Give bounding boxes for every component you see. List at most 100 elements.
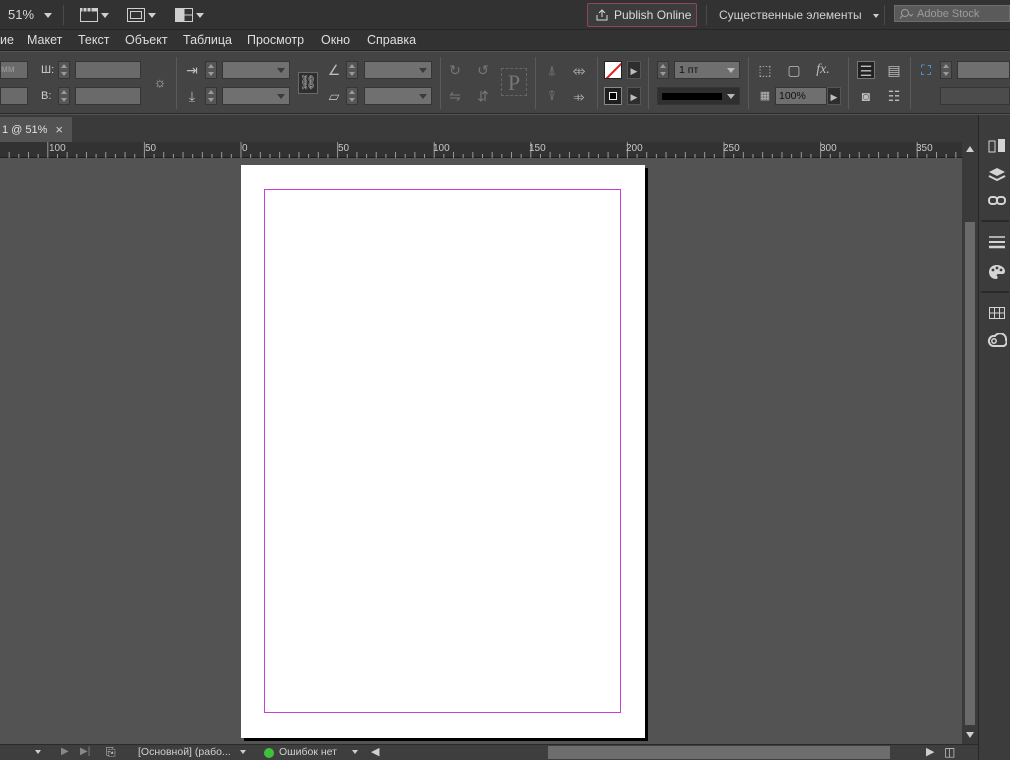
scale-x-dropdown[interactable] [222,61,290,79]
divider [440,57,441,109]
stroke-weight-stepper[interactable] [657,61,669,79]
layers-panel-icon[interactable] [987,166,1007,186]
color-palette-icon [989,265,1005,279]
width-field[interactable] [75,61,141,79]
stroke-panel-icon[interactable] [987,235,1007,255]
drop-shadow-frame-icon[interactable]: ⬚ [756,61,774,79]
width-label: Ш: [41,64,55,76]
scroll-right-icon[interactable]: ▶ [926,745,934,758]
menu-item-help[interactable]: Справка [367,33,416,47]
constrain-proportions-icon[interactable]: ☼ [151,73,169,91]
menu-item-view[interactable]: Просмотр [247,33,304,47]
frame-fitting-stepper[interactable] [940,61,952,79]
links-panel-icon[interactable] [987,194,1007,214]
opacity-menu-arrow-icon[interactable]: ▶ [827,87,841,105]
select-previous-object-icon[interactable]: ⤄ [570,61,588,79]
text-wrap-jump-object-icon[interactable]: ☷ [885,87,903,105]
table-panel-icon[interactable] [987,305,1007,325]
vertical-scrollbar[interactable] [962,142,978,744]
preflight-status[interactable]: Ошибок нет [279,746,337,758]
ruler-label: 100 [49,143,66,154]
scroll-down-icon[interactable] [966,732,974,738]
chevron-down-icon [43,13,52,19]
constrain-scale-chain-icon[interactable]: ⛓ [298,72,318,94]
chevron-down-icon [101,12,109,18]
scale-y-stepper[interactable] [205,87,217,105]
rotation-stepper[interactable] [346,61,358,79]
close-tab-icon[interactable]: × [55,122,63,137]
vertical-scroll-thumb[interactable] [965,222,975,725]
open-page-icon[interactable]: ⎘ [106,745,116,760]
stroke-weight-dropdown[interactable]: 1 пт [674,61,740,79]
height-field[interactable] [75,87,141,105]
rotation-dropdown[interactable] [364,61,432,79]
preflight-chevron-icon[interactable] [352,750,358,754]
opacity-field[interactable]: 100% [775,87,827,105]
shadow-icon[interactable]: ▢ [785,61,803,79]
menu-item-table[interactable]: Таблица [183,33,232,47]
scale-x-stepper[interactable] [205,61,217,79]
publish-online-label: Publish Online [614,8,692,22]
divider [981,220,1009,222]
text-wrap-none-icon[interactable]: ☰ [857,61,875,79]
fill-menu-arrow-icon[interactable]: ▶ [627,61,641,79]
menu-item-object[interactable]: Объект [125,33,168,47]
shear-stepper[interactable] [346,87,358,105]
effects-fx-icon[interactable]: fx. [814,61,832,79]
y-position-field[interactable] [0,87,28,105]
document-page[interactable] [241,165,645,738]
menu-item-type[interactable]: Текст [78,33,109,47]
stroke-swatch[interactable] [604,87,622,105]
page-number-chevron-icon[interactable] [35,750,41,754]
select-container-icon[interactable]: ⍋ [543,61,561,79]
menu-item-window[interactable]: Окно [321,33,350,47]
select-content-icon[interactable]: ⍒ [543,87,561,105]
frame-fitting-icon[interactable]: ⛶ [917,61,935,79]
pages-panel-icon[interactable] [987,138,1007,158]
zoom-level-dropdown[interactable]: 51% [8,7,52,22]
document-tab-bar: 1 @ 51% × [0,115,978,142]
height-stepper[interactable] [58,87,70,105]
auto-fit-field[interactable] [940,87,1010,105]
text-wrap-bounding-box-icon[interactable]: ▤ [885,61,903,79]
last-page-icon[interactable]: ▶| [80,746,90,757]
document-tab[interactable]: 1 @ 51% × [0,117,72,142]
text-wrap-object-shape-icon[interactable]: ◙ [857,87,875,105]
opacity-value: 100% [779,90,806,102]
ruler-label: 350 [916,143,933,154]
shear-dropdown[interactable] [364,87,432,105]
scale-y-dropdown[interactable] [222,87,290,105]
flip-vertical-icon[interactable]: ⇵ [474,87,492,105]
arrange-documents-button[interactable] [175,6,204,24]
fill-swatch[interactable] [604,61,622,79]
horizontal-ruler[interactable]: 100 50 0 50 100 150 200 250 300 350 [0,142,962,158]
x-position-field[interactable]: мм [0,61,28,79]
width-stepper[interactable] [58,61,70,79]
view-options-button[interactable] [80,6,109,24]
menu-item-layout[interactable]: Макет [27,33,62,47]
screen-mode-button[interactable] [127,6,156,24]
stroke-menu-arrow-icon[interactable]: ▶ [627,87,641,105]
flip-horizontal-icon[interactable]: ⇋ [446,87,464,105]
rotate-counterclockwise-icon[interactable]: ↺ [474,61,492,79]
paragraph-p-icon[interactable]: P [501,68,527,96]
publish-online-button[interactable]: Publish Online [587,3,697,27]
none-swatch-icon [605,62,621,78]
rotate-clockwise-icon[interactable]: ↻ [446,61,464,79]
frame-fitting-field[interactable] [957,61,1010,79]
next-page-icon[interactable]: ▶ [61,746,69,757]
workspace-switcher[interactable]: Существенные элементы [719,8,879,22]
cc-libraries-panel-icon[interactable] [987,332,1008,353]
scroll-left-icon[interactable]: ◀ [371,745,379,758]
master-chevron-icon[interactable] [240,750,246,754]
select-next-object-icon[interactable]: ⤃ [570,87,588,105]
stroke-type-dropdown[interactable] [657,87,740,105]
swatches-panel-icon[interactable] [987,264,1007,284]
split-window-icon[interactable]: ◫ [944,745,955,759]
scroll-up-icon[interactable] [966,146,974,152]
panel-dock [978,115,1010,760]
horizontal-scroll-thumb[interactable] [548,746,890,759]
adobe-stock-search[interactable]: Adobe Stock [894,5,1010,22]
control-panel: мм Ш: В: ☼ ⇥ ⤓ ⛓ ∠ ▱ ↻ ↺ ⇋ ⇵ P ⍋ ⤄ ⍒ ⤃ ▶… [0,52,1010,114]
menu-item-window-partial[interactable]: ие [0,33,14,47]
